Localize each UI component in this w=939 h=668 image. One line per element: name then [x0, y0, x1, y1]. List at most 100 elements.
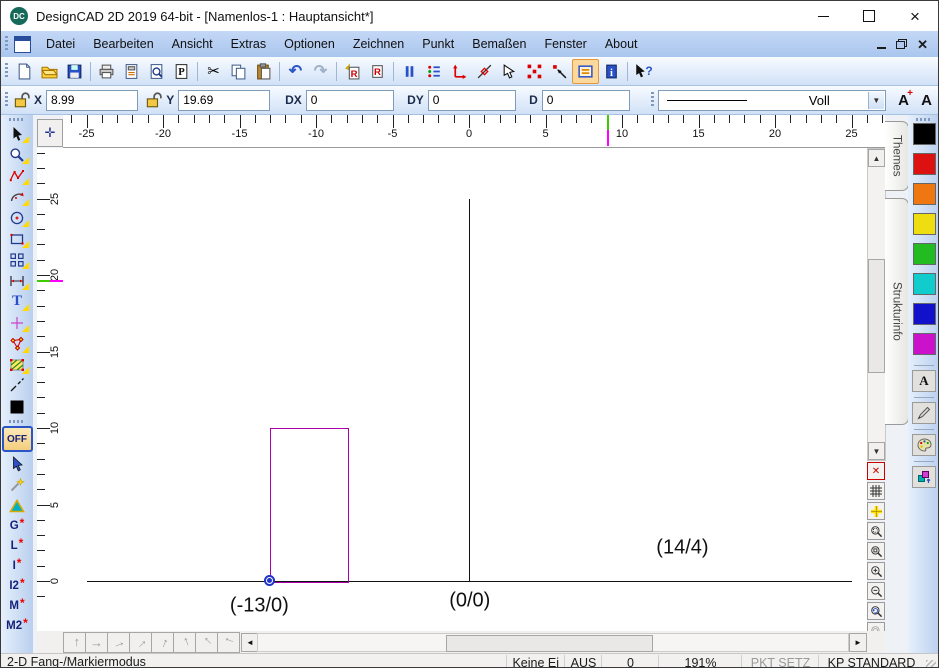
pen-settings-button[interactable] — [912, 402, 936, 424]
circle-tool-button[interactable] — [4, 207, 30, 228]
scroll-right-button[interactable]: ► — [849, 633, 867, 652]
color-swatch[interactable] — [913, 303, 936, 325]
copy-button[interactable] — [226, 60, 251, 83]
minimize-button[interactable] — [800, 1, 846, 31]
menu-bemassen[interactable]: Bemaßen — [463, 31, 535, 57]
polygon-node-tool-button[interactable] — [4, 333, 30, 354]
text-style-button[interactable]: A — [915, 89, 938, 111]
color-swatch[interactable] — [913, 183, 936, 205]
point-marker[interactable] — [264, 575, 275, 586]
structure-button[interactable] — [912, 466, 936, 488]
pan-up-right-steep-button[interactable]: → — [151, 632, 174, 653]
snap-off-button[interactable]: OFF — [2, 426, 33, 452]
toolbar-grip[interactable] — [9, 420, 25, 423]
page-setup-button[interactable]: P — [169, 60, 194, 83]
record-new-button[interactable]: R — [340, 60, 365, 83]
hatch-tool-button[interactable] — [4, 354, 30, 375]
point-tool-button[interactable] — [4, 312, 30, 333]
lasso-select-button[interactable] — [497, 60, 522, 83]
tab-strukturinfo[interactable]: Strukturinfo — [885, 198, 909, 425]
magic-wand-button[interactable] — [4, 474, 30, 495]
color-swatch[interactable] — [913, 333, 936, 355]
axes-button[interactable] — [447, 60, 472, 83]
resize-grip[interactable] — [926, 660, 936, 668]
pan-up-right-button[interactable]: → — [129, 632, 152, 653]
menu-punkt[interactable]: Punkt — [413, 31, 463, 57]
dy-input[interactable] — [428, 90, 516, 111]
snap-intersection-button[interactable]: I* — [4, 556, 30, 576]
open-file-button[interactable] — [37, 60, 62, 83]
pause-button[interactable] — [397, 60, 422, 83]
vertical-scroll-thumb[interactable] — [868, 259, 885, 373]
cut-button[interactable]: ✂ — [201, 60, 226, 83]
scroll-down-button[interactable]: ▼ — [868, 442, 885, 460]
vertical-scrollbar[interactable]: ▲ ▼ — [867, 148, 886, 461]
snap-gravity-button[interactable]: G* — [4, 516, 30, 536]
arc-tool-button[interactable] — [4, 186, 30, 207]
delete-view-button[interactable]: ✕ — [867, 462, 885, 480]
rectangle-tool-button[interactable] — [4, 228, 30, 249]
current-color-button[interactable] — [4, 396, 30, 417]
color-swatch[interactable] — [913, 243, 936, 265]
grid-toggle-button[interactable] — [867, 482, 885, 500]
point-list-button[interactable] — [422, 60, 447, 83]
tab-themes[interactable]: Themes — [885, 121, 909, 191]
scroll-up-button[interactable]: ▲ — [868, 149, 885, 167]
lock-y-icon[interactable] — [144, 91, 162, 109]
menu-bearbeiten[interactable]: Bearbeiten — [84, 31, 162, 57]
undo-button[interactable]: ↶ — [283, 60, 308, 83]
selection-handles-button[interactable] — [522, 60, 547, 83]
mdi-restore-icon[interactable] — [896, 39, 907, 49]
snap-intersection2-button[interactable]: I2* — [4, 576, 30, 596]
zoom-out-button[interactable] — [867, 582, 885, 600]
context-help-button[interactable]: ? — [631, 60, 656, 83]
new-file-button[interactable] — [12, 60, 37, 83]
line-snap-button[interactable] — [472, 60, 497, 83]
close-button[interactable]: × — [892, 1, 938, 31]
menu-optionen[interactable]: Optionen — [275, 31, 344, 57]
maximize-button[interactable] — [846, 1, 892, 31]
menu-ansicht[interactable]: Ansicht — [163, 31, 222, 57]
color-swatch[interactable] — [913, 213, 936, 235]
text-attributes-button[interactable]: A — [912, 370, 936, 392]
line-style-select[interactable]: Voll ▼ — [658, 90, 886, 111]
select-tool-button[interactable] — [4, 123, 30, 144]
d-input[interactable] — [542, 90, 630, 111]
menu-extras[interactable]: Extras — [222, 31, 275, 57]
document-icon[interactable] — [14, 36, 31, 53]
pan-up-left-steep-button[interactable]: → — [173, 632, 196, 653]
toolbar-grip[interactable] — [5, 63, 8, 79]
combo-arrow-icon[interactable]: ▼ — [868, 92, 884, 109]
toolbar-grip[interactable] — [5, 36, 8, 52]
info-box-button[interactable] — [572, 59, 599, 84]
paste-button[interactable] — [251, 60, 276, 83]
record-open-button[interactable]: R — [365, 60, 390, 83]
line-type-button[interactable] — [4, 375, 30, 396]
redo-button[interactable]: ↷ — [308, 60, 333, 83]
polyline-tool-button[interactable] — [4, 165, 30, 186]
snap-line-button[interactable]: L* — [4, 536, 30, 556]
info-button[interactable]: i — [599, 60, 624, 83]
horizontal-scrollbar[interactable] — [257, 633, 849, 652]
color-swatch[interactable] — [913, 273, 936, 295]
print-preview-button[interactable] — [119, 60, 144, 83]
lock-x-icon[interactable] — [12, 91, 30, 109]
menu-fenster[interactable]: Fenster — [535, 31, 595, 57]
toolbar-grip[interactable] — [9, 118, 25, 121]
menu-about[interactable]: About — [596, 31, 647, 57]
array-tool-button[interactable] — [4, 249, 30, 270]
snap-midpoint2-button[interactable]: M2* — [4, 616, 30, 636]
toolbar-grip[interactable] — [5, 92, 8, 108]
pan-up-button[interactable]: → — [63, 632, 86, 653]
color-palette-button[interactable] — [912, 434, 936, 456]
toolbar-grip[interactable] — [916, 118, 932, 121]
x-axis-line[interactable] — [87, 581, 852, 582]
rectangle-entity[interactable] — [270, 428, 349, 583]
x-input[interactable] — [46, 90, 138, 111]
ruler-origin-button[interactable]: ✛ — [37, 119, 63, 147]
crosshair-toggle-button[interactable] — [867, 502, 885, 520]
zoom-tool-button[interactable] — [4, 144, 30, 165]
pan-up-right-low-button[interactable]: → — [107, 632, 130, 653]
pan-up-left-button[interactable]: → — [195, 632, 218, 653]
text-tool-button[interactable]: T — [4, 291, 30, 312]
